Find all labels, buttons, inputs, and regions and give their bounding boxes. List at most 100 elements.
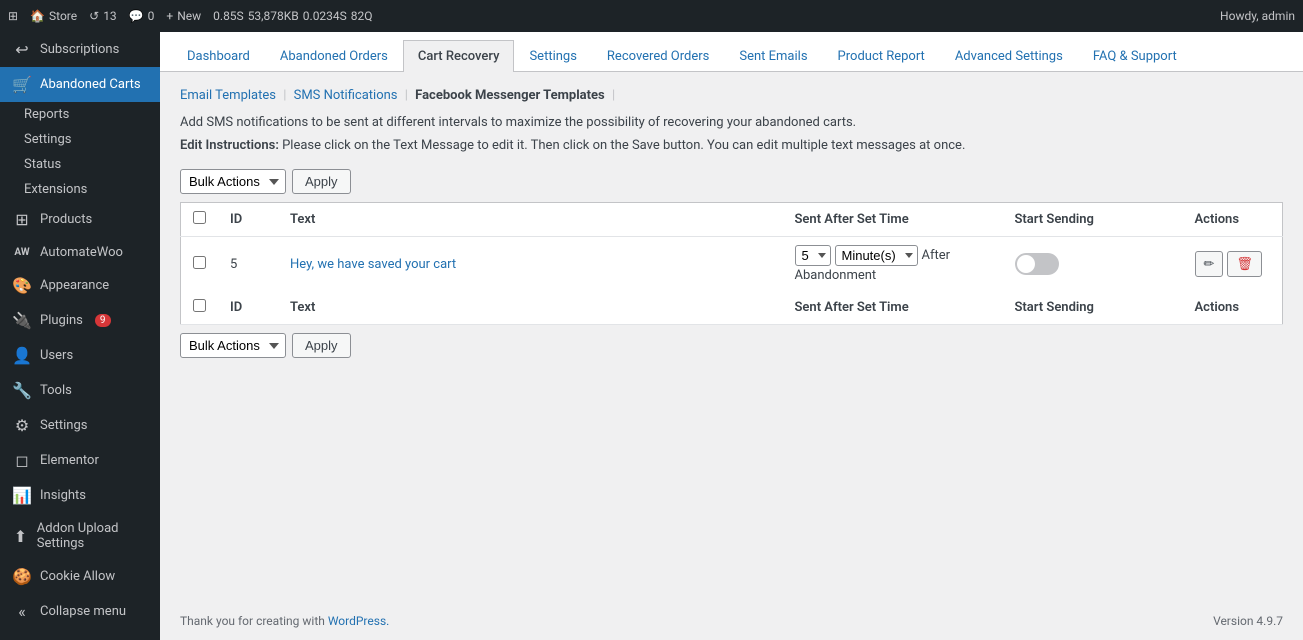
tab-advanced-settings[interactable]: Advanced Settings	[940, 40, 1078, 72]
tab-bar: Dashboard Abandoned Orders Cart Recovery…	[160, 32, 1303, 72]
users-icon: 👤	[12, 346, 32, 365]
table-row: 5 Hey, we have saved your cart 5 Minute(…	[181, 237, 1283, 292]
sidebar-item-extensions[interactable]: Extensions	[12, 177, 160, 202]
th-checkbox	[181, 203, 219, 237]
select-all-bottom[interactable]	[193, 299, 206, 312]
sms-table: ID Text Sent After Set Time Start Sendin…	[180, 202, 1283, 325]
toggle-slider	[1015, 253, 1059, 275]
sidebar-item-tools[interactable]: 🔧 Tools	[0, 373, 160, 408]
bulk-actions-select-top[interactable]: Bulk Actions	[180, 169, 286, 194]
version-text: Version 4.9.7	[1213, 614, 1283, 628]
sidebar-item-users[interactable]: 👤 Users	[0, 338, 160, 373]
plugins-badge: 9	[95, 314, 111, 327]
tab-sent-emails[interactable]: Sent Emails	[724, 40, 822, 72]
select-all-top[interactable]	[193, 211, 206, 224]
row-time: 5 Minute(s) After Abandonment	[783, 237, 1003, 292]
sidebar-item-automatewoo[interactable]: AW AutomateWoo	[0, 237, 160, 268]
tab-recovered-orders[interactable]: Recovered Orders	[592, 40, 724, 72]
store-link[interactable]: 🏠 Store	[30, 9, 77, 23]
subnav-sms-notifications[interactable]: SMS Notifications	[294, 88, 398, 103]
addon-icon: ⬆	[12, 527, 29, 546]
tfoot-actions: Actions	[1183, 291, 1283, 325]
table-header-row: ID Text Sent After Set Time Start Sendin…	[181, 203, 1283, 237]
subnav-sep-3: |	[612, 88, 615, 103]
row-actions: ✏ 🗑	[1183, 237, 1283, 292]
edit-instructions-label: Edit Instructions:	[180, 138, 279, 153]
footer-text: Thank you for creating with WordPress.	[180, 614, 389, 628]
perf-info: 0.85S 53,878KB 0.0234S 82Q	[213, 9, 372, 23]
action-buttons: ✏ 🗑	[1195, 251, 1271, 277]
settings-icon: ⚙	[12, 416, 32, 435]
sidebar-item-abandoned-carts[interactable]: 🛒 Abandoned Carts	[0, 67, 160, 102]
plugins-icon: 🔌	[12, 311, 32, 330]
sidebar-item-settings-main[interactable]: ⚙ Settings	[0, 408, 160, 443]
elementor-icon: ◻	[12, 451, 32, 470]
wp-logo[interactable]: ⊞	[8, 9, 18, 23]
th-text: Text	[278, 203, 783, 237]
updates-link[interactable]: ↺ 13	[89, 9, 117, 23]
tab-abandoned-orders[interactable]: Abandoned Orders	[265, 40, 403, 72]
subnav-sep-2: |	[405, 88, 411, 103]
edit-button[interactable]: ✏	[1195, 251, 1224, 277]
sidebar-item-collapse[interactable]: « Collapse menu	[0, 594, 160, 629]
delete-button[interactable]: 🗑	[1227, 251, 1262, 277]
row-checkbox-cell	[181, 237, 219, 292]
automatewoo-icon: AW	[12, 247, 32, 258]
subnav-facebook-messenger[interactable]: Facebook Messenger Templates	[415, 88, 605, 103]
apply-button-top[interactable]: Apply	[292, 169, 351, 194]
subnav-email-templates[interactable]: Email Templates	[180, 88, 276, 103]
edit-instructions: Edit Instructions: Please click on the T…	[180, 138, 1283, 153]
start-sending-toggle[interactable]	[1015, 253, 1059, 275]
th-id: ID	[218, 203, 278, 237]
tfoot-sending: Start Sending	[1003, 291, 1183, 325]
sidebar-item-appearance[interactable]: 🎨 Appearance	[0, 268, 160, 303]
tools-icon: 🔧	[12, 381, 32, 400]
tfoot-checkbox	[181, 291, 219, 325]
sidebar-item-subscriptions[interactable]: ↩ Subscriptions	[0, 32, 160, 67]
sub-nav: Email Templates | SMS Notifications | Fa…	[180, 88, 1283, 103]
sidebar-item-settings-sub[interactable]: Settings	[12, 127, 160, 152]
sidebar-item-insights[interactable]: 📊 Insights	[0, 478, 160, 513]
new-link[interactable]: + New	[166, 9, 201, 23]
subscriptions-icon: ↩	[12, 40, 32, 59]
subnav-sep-1: |	[283, 88, 289, 103]
cookie-icon: 🍪	[12, 567, 32, 586]
wordpress-link[interactable]: WordPress.	[328, 614, 389, 628]
time-value-select[interactable]: 5	[795, 245, 831, 266]
sidebar-item-status[interactable]: Status	[12, 152, 160, 177]
sidebar-item-cookie-allow[interactable]: 🍪 Cookie Allow	[0, 559, 160, 594]
sidebar-item-elementor[interactable]: ◻ Elementor	[0, 443, 160, 478]
insights-icon: 📊	[12, 486, 32, 505]
time-unit-select[interactable]: Minute(s)	[835, 245, 918, 266]
sidebar-item-addon-upload[interactable]: ⬆ Addon Upload Settings	[0, 513, 160, 559]
row-id: 5	[218, 237, 278, 292]
products-icon: ⊞	[12, 210, 32, 229]
comments-link[interactable]: 💬 0	[129, 9, 155, 23]
time-abandonment-label: Abandonment	[795, 268, 877, 283]
th-time: Sent After Set Time	[783, 203, 1003, 237]
row-sending	[1003, 237, 1183, 292]
tab-cart-recovery[interactable]: Cart Recovery	[403, 40, 515, 72]
appearance-icon: 🎨	[12, 276, 32, 295]
bulk-actions-select-bottom[interactable]: Bulk Actions	[180, 333, 286, 358]
tab-dashboard[interactable]: Dashboard	[172, 40, 265, 72]
time-cell: 5 Minute(s) After Abandonment	[795, 245, 991, 283]
sidebar-submenu: Reports Settings Status Extensions	[0, 102, 160, 202]
collapse-icon: «	[12, 602, 32, 621]
tab-faq-support[interactable]: FAQ & Support	[1078, 40, 1192, 72]
sidebar-item-plugins[interactable]: 🔌 Plugins 9	[0, 303, 160, 338]
tfoot-text: Text	[278, 291, 783, 325]
row-text[interactable]: Hey, we have saved your cart	[278, 237, 783, 292]
apply-button-bottom[interactable]: Apply	[292, 333, 351, 358]
row-checkbox[interactable]	[193, 256, 206, 269]
sidebar: ↩ Subscriptions 🛒 Abandoned Carts Report…	[0, 32, 160, 640]
edit-instructions-text: Please click on the Text Message to edit…	[282, 138, 965, 153]
main-content: Dashboard Abandoned Orders Cart Recovery…	[160, 32, 1303, 640]
tab-product-report[interactable]: Product Report	[823, 40, 940, 72]
time-after-label: After	[922, 248, 951, 263]
sidebar-item-products[interactable]: ⊞ Products	[0, 202, 160, 237]
tab-settings[interactable]: Settings	[514, 40, 591, 72]
sidebar-item-reports[interactable]: Reports	[12, 102, 160, 127]
tfoot-id: ID	[218, 291, 278, 325]
description-text: Add SMS notifications to be sent at diff…	[180, 115, 1283, 130]
